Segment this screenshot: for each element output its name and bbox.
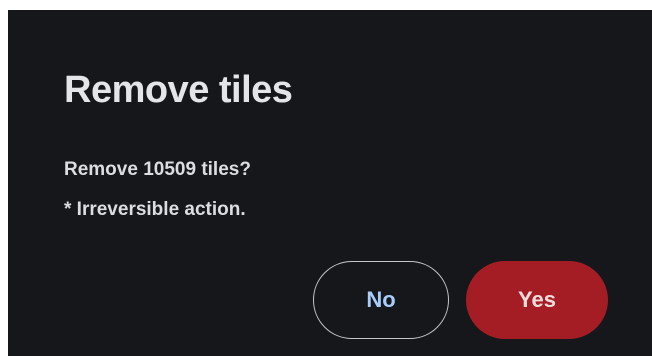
yes-button[interactable]: Yes [466,261,608,339]
dialog-message: Remove 10509 tiles? * Irreversible actio… [64,150,251,230]
no-button[interactable]: No [313,261,449,339]
dialog-title: Remove tiles [64,69,293,111]
dialog-message-count: Remove 10509 tiles? [64,159,251,180]
dialog-message-warning: * Irreversible action. [64,199,246,220]
dialog-actions: No Yes [313,261,608,339]
remove-tiles-dialog: Remove tiles Remove 10509 tiles? * Irrev… [8,10,652,356]
